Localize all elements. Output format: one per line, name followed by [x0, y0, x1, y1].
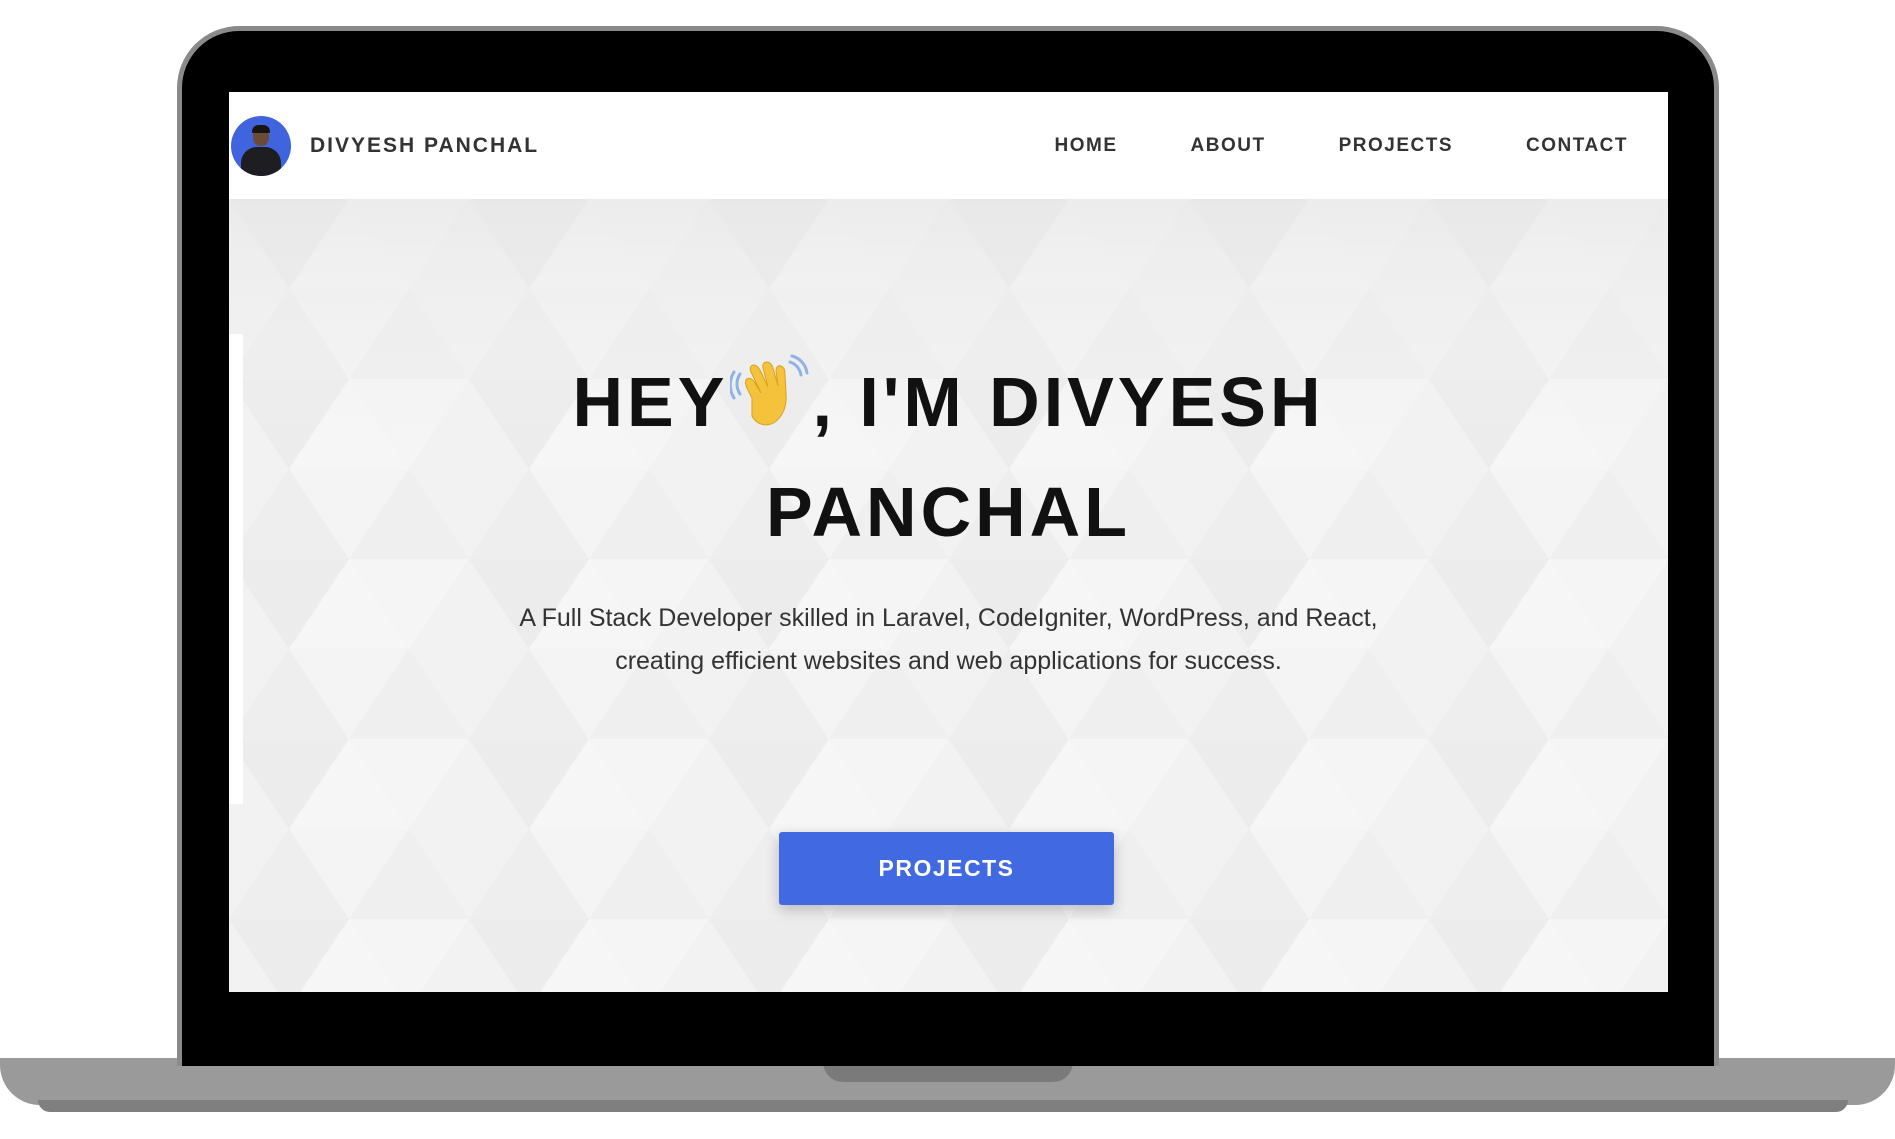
hero-title-line1: , I'M DIVYESH	[812, 363, 1325, 441]
brand-link[interactable]: DIVYESH PANCHAL	[231, 115, 540, 176]
laptop-base-shadow	[38, 1100, 1848, 1112]
brand-name: DIVYESH PANCHAL	[310, 133, 540, 157]
hero-title-greeting: HEY	[572, 363, 729, 441]
hero-title: HEY , I'M DIVYESH PANCHAL	[229, 347, 1668, 567]
projects-button[interactable]: PROJECTS	[779, 832, 1114, 905]
hero-section: HEY , I'M DIVYESH PANCHAL A Full Stack De…	[229, 199, 1668, 992]
hero-title-line2: PANCHAL	[765, 473, 1131, 551]
waving-hand-icon	[730, 354, 809, 426]
laptop-mockup: DIVYESH PANCHAL HOME ABOUT PROJECTS CONT…	[0, 0, 1895, 1139]
nav-link-projects[interactable]: PROJECTS	[1339, 135, 1453, 157]
avatar-hair	[252, 124, 270, 133]
hero-subtitle-line2: creating efficient websites and web appl…	[615, 647, 1282, 675]
avatar-body	[241, 146, 281, 176]
hero-subtitle-line1: A Full Stack Developer skilled in Larave…	[519, 604, 1378, 632]
nav-link-contact[interactable]: CONTACT	[1526, 135, 1628, 157]
laptop-screen: DIVYESH PANCHAL HOME ABOUT PROJECTS CONT…	[229, 92, 1668, 992]
navbar: DIVYESH PANCHAL HOME ABOUT PROJECTS CONT…	[229, 92, 1668, 199]
nav-link-home[interactable]: HOME	[1055, 135, 1118, 157]
avatar	[231, 115, 291, 176]
nav-links: HOME ABOUT PROJECTS CONTACT	[982, 135, 1628, 157]
hero-subtitle: A Full Stack Developer skilled in Larave…	[229, 597, 1668, 683]
nav-link-about[interactable]: ABOUT	[1191, 135, 1266, 157]
